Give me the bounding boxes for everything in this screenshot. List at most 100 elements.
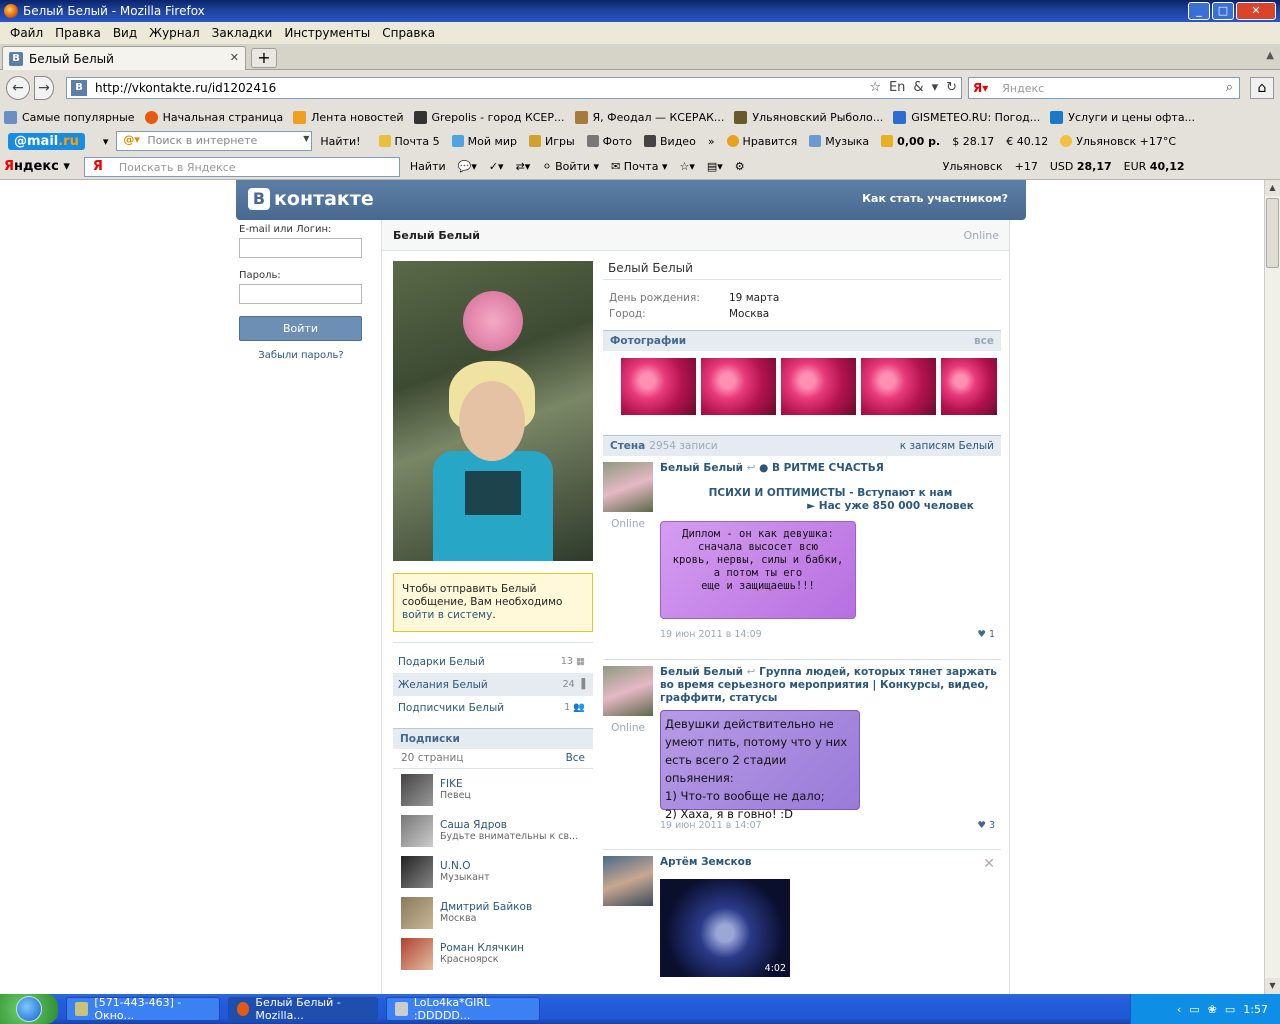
tab-list-chevron-icon[interactable]: ▲ — [1266, 50, 1274, 61]
vk-logo[interactable]: В контакте — [248, 188, 374, 210]
books-icon[interactable]: ▤▾ — [707, 160, 723, 173]
mailru-item[interactable]: Фото — [586, 135, 632, 148]
close-window-button[interactable]: ✕ — [1236, 2, 1276, 20]
taskbar-item[interactable]: [571-443-463] - Окно... — [66, 996, 220, 1022]
join-link[interactable]: Как стать участником? — [862, 192, 1008, 205]
tray-arrow-icon[interactable]: ‹ — [1177, 1003, 1181, 1016]
photos-header[interactable]: Фотографии все — [603, 330, 1001, 351]
post-image[interactable]: Диплом - он как девушка: сначала высосет… — [660, 521, 856, 619]
reload-icon[interactable]: ↻ — [946, 80, 957, 95]
scroll-down-arrow-icon[interactable]: ▼ — [1265, 978, 1280, 994]
ampersand-icon[interactable]: & — [913, 80, 923, 95]
yandex-eur[interactable]: EUR 40,12 — [1124, 160, 1185, 173]
post-date[interactable]: 19 июн 2011 в 14:09 — [660, 629, 762, 640]
photo-thumbnail[interactable] — [781, 358, 856, 415]
bookmark-item[interactable]: Лента новостей — [293, 110, 404, 124]
mailru-search-input[interactable]: @▾ Поиск в интернете ▼ — [116, 131, 313, 151]
bookmark-item[interactable]: Услуги и цены офта... — [1050, 110, 1195, 124]
menu-help[interactable]: Справка — [382, 26, 435, 40]
avatar[interactable] — [603, 856, 653, 906]
like-button[interactable]: ♥ 3 — [977, 820, 995, 831]
mailru-item[interactable]: Ульяновск +17°C — [1060, 135, 1176, 148]
close-tab-icon[interactable]: ✕ — [230, 51, 239, 64]
followers-link[interactable]: Подписчики Белый 1 👥 — [393, 696, 593, 719]
photo-thumbnail[interactable] — [701, 358, 776, 415]
scrollbar-thumb[interactable] — [1266, 198, 1279, 268]
mailru-item[interactable]: Игры — [528, 135, 575, 148]
login-button[interactable]: Войти — [239, 316, 362, 341]
login-system-link[interactable]: войти в систему — [402, 609, 492, 621]
yandex-search-input[interactable]: Я Поискать в Яндексе — [83, 156, 400, 177]
currency-eur[interactable]: € 40.12 — [1006, 135, 1048, 148]
dropdown-chevron-icon[interactable]: ▾ — [932, 80, 939, 95]
settings-gear-icon[interactable]: ⚙ — [735, 160, 745, 173]
post-author-link[interactable]: Белый Белый — [660, 666, 743, 678]
mailru-item[interactable]: Нравится — [726, 135, 797, 148]
subscriptions-title[interactable]: Подписки — [393, 728, 593, 749]
speech-bubble-icon[interactable]: 💬▾ — [458, 160, 477, 173]
avatar[interactable] — [603, 666, 653, 716]
bookmark-item[interactable]: Я, Феодал — КСЕРАК... — [574, 110, 724, 124]
subscriptions-all-link[interactable]: Все — [566, 752, 585, 765]
like-button[interactable]: ♥ 1 — [977, 629, 995, 640]
search-input[interactable]: Я▾ Яндекс ⌕ — [968, 77, 1240, 99]
scroll-up-arrow-icon[interactable]: ▲ — [1265, 180, 1280, 196]
menu-file[interactable]: Файл — [10, 26, 43, 40]
yandex-usd[interactable]: USD 28,17 — [1050, 160, 1112, 173]
password-field[interactable] — [239, 284, 362, 304]
icq-icon[interactable]: ❀ — [1208, 1003, 1217, 1016]
forward-button[interactable]: → — [34, 76, 54, 100]
menu-bookmarks[interactable]: Закладки — [212, 26, 273, 40]
post-video[interactable]: 4:02 — [660, 879, 790, 977]
search-dropdown-chevron-icon[interactable]: ▼ — [303, 134, 309, 143]
display-icon[interactable]: ▭ — [1225, 1003, 1235, 1016]
yandex-city[interactable]: Ульяновск — [943, 160, 1003, 173]
photos-all-link[interactable]: все — [974, 335, 994, 347]
post-group-link[interactable]: ● В РИТМЕ СЧАСТЬЯ — [759, 462, 884, 474]
email-field[interactable] — [239, 238, 362, 258]
city-link[interactable]: Москва — [729, 306, 769, 322]
bookmark-item[interactable]: GISMETEO.RU: Погод... — [893, 110, 1040, 124]
bookmark-item[interactable]: Самые популярные — [4, 110, 135, 124]
menu-tools[interactable]: Инструменты — [284, 26, 370, 40]
yandex-logo[interactable]: Яндекс ▾ — [4, 159, 70, 174]
search-magnifier-icon[interactable]: ⌕ — [1226, 80, 1233, 95]
post-author-link[interactable]: Артём Земсков — [660, 856, 1001, 869]
gifts-link[interactable]: Подарки Белый 13 ▦ — [393, 650, 593, 673]
yandex-mail-button[interactable]: ✉ Почта ▾ — [611, 160, 667, 173]
mailru-item[interactable]: Мой мир — [451, 135, 517, 148]
wall-records-link[interactable]: к записям Белый — [900, 440, 994, 452]
translate-icon[interactable]: ⇄▾ — [516, 160, 531, 173]
mailru-item[interactable]: 0,00 р. — [881, 135, 940, 148]
mailru-item[interactable]: Музыка — [809, 135, 869, 148]
subscription-item[interactable]: Саша Ядров Будьте внимательны к св... — [393, 810, 593, 851]
menu-edit[interactable]: Правка — [55, 26, 101, 40]
photo-thumbnail[interactable] — [861, 358, 936, 415]
taskbar-item-active[interactable]: Белый Белый - Mozilla... — [228, 996, 378, 1022]
mailru-menu-chevron-icon[interactable]: ▾ — [103, 135, 109, 148]
menu-history[interactable]: Журнал — [149, 26, 200, 40]
mailru-logo[interactable]: @mail.ru — [8, 132, 85, 150]
subscription-item[interactable]: Дмитрий Байков Москва — [393, 892, 593, 933]
minimize-button[interactable]: _ — [1188, 2, 1210, 20]
address-bar[interactable]: B http://vkontakte.ru/id1202416 ☆ En & ▾… — [66, 77, 962, 99]
tab-profile[interactable]: B Белый Белый ✕ — [2, 46, 246, 70]
more-chevron-icon[interactable]: » — [708, 135, 715, 148]
bookmarks-icon[interactable]: ☆▾ — [679, 160, 694, 173]
page-scrollbar[interactable]: ▲ ▼ — [1264, 180, 1280, 994]
mailru-find-button[interactable]: Найти! — [320, 135, 360, 148]
mailru-item[interactable]: Видео — [644, 135, 696, 148]
new-tab-button[interactable]: + — [251, 48, 277, 68]
subscription-item[interactable]: FIKE Певец — [393, 769, 593, 810]
menu-view[interactable]: Вид — [113, 26, 137, 40]
yandex-engine-icon[interactable]: Я▾ — [973, 81, 988, 95]
forgot-password-link[interactable]: Забыли пароль? — [239, 350, 363, 361]
taskbar-item[interactable]: LoLo4ka*GIRL :DDDDD... — [386, 996, 540, 1022]
delete-post-icon[interactable]: ✕ — [983, 856, 995, 872]
yandex-login-button[interactable]: ⚪ Войти ▾ — [542, 160, 599, 173]
subscription-item[interactable]: U.N.O Музыкант — [393, 851, 593, 892]
spellcheck-icon[interactable]: ✓▾ — [489, 160, 504, 173]
photo-thumbnail[interactable] — [941, 358, 997, 415]
bookmark-item[interactable]: Grepolis - город КСЕР... — [413, 110, 565, 124]
yandex-temperature[interactable]: +17 — [1015, 160, 1038, 173]
